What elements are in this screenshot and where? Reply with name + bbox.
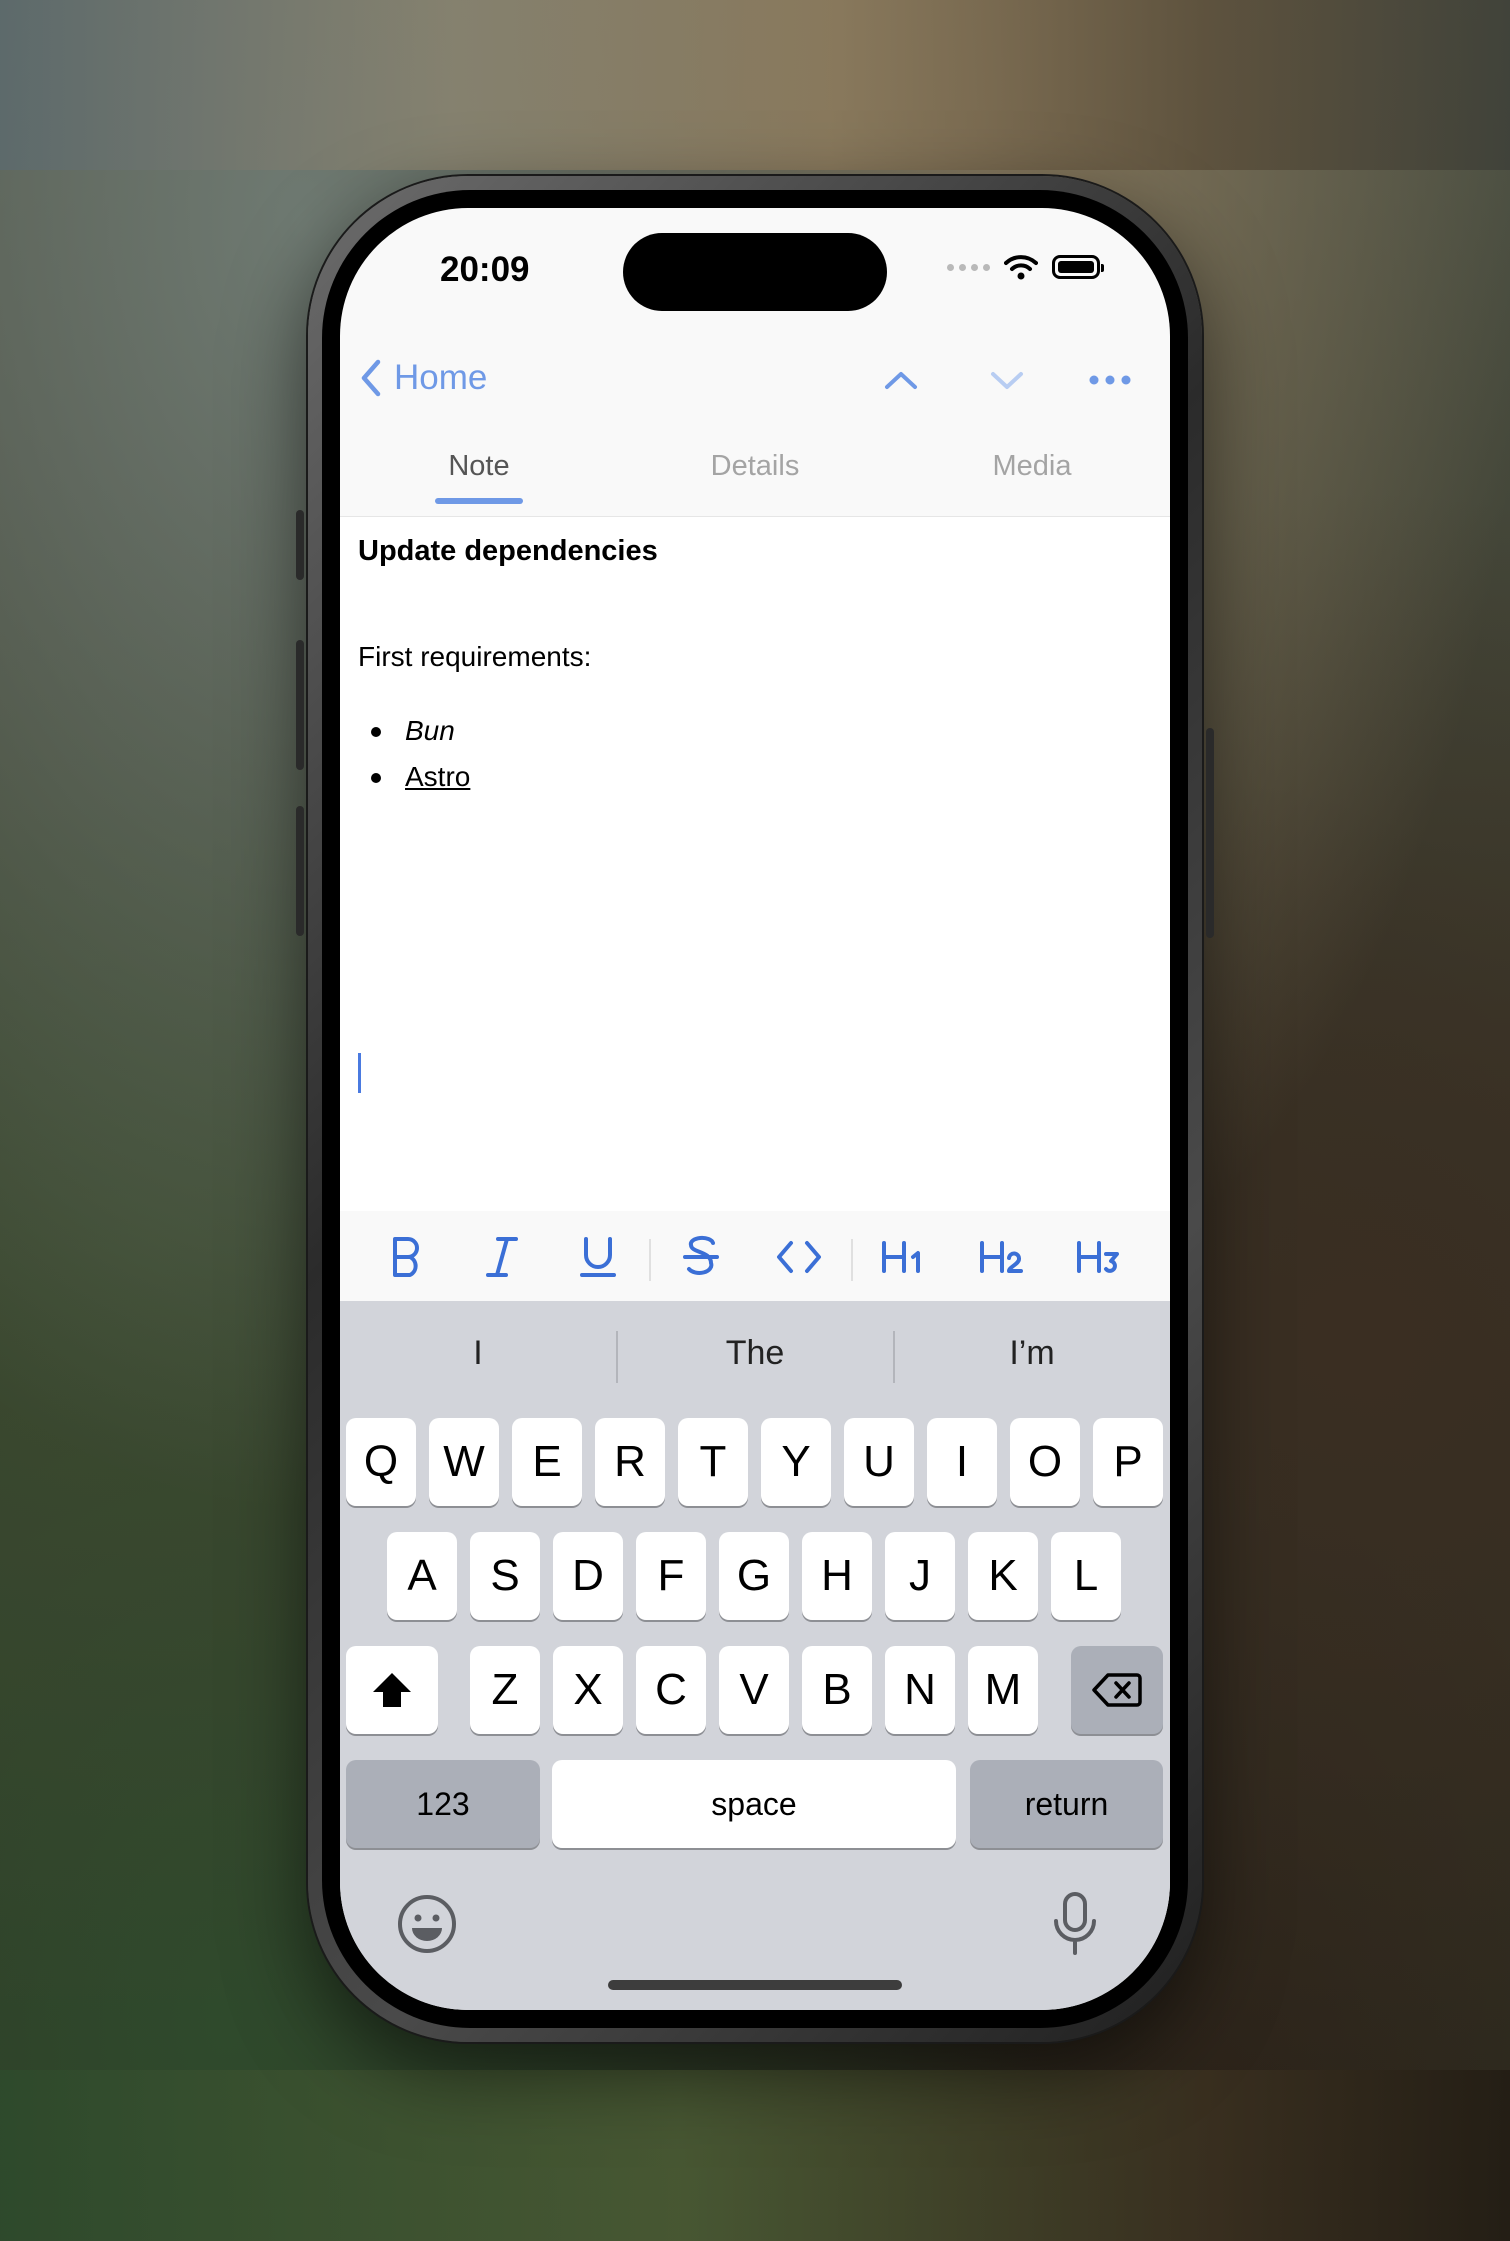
- tab-media[interactable]: Media: [932, 450, 1132, 483]
- key-l[interactable]: L: [1051, 1532, 1121, 1620]
- heading-3-icon: [1077, 1241, 1119, 1273]
- note-title: Update dependencies: [358, 535, 658, 567]
- emoji-smiley-icon: [398, 1895, 456, 1953]
- microphone-icon: [1054, 1892, 1096, 1955]
- volume-down-button: [296, 806, 304, 936]
- home-indicator[interactable]: [608, 1980, 902, 1990]
- dictation-button[interactable]: [1050, 1891, 1110, 1961]
- previous-note-button[interactable]: [876, 358, 926, 402]
- key-v[interactable]: V: [719, 1646, 789, 1734]
- shift-key[interactable]: [346, 1646, 438, 1734]
- battery-icon: [1052, 255, 1104, 279]
- strikethrough-button[interactable]: [669, 1229, 733, 1285]
- key-r[interactable]: R: [595, 1418, 665, 1506]
- strikethrough-icon: [683, 1235, 719, 1275]
- key-f[interactable]: F: [636, 1532, 706, 1620]
- key-m[interactable]: M: [968, 1646, 1038, 1734]
- note-editor[interactable]: Update dependencies First requirements: …: [340, 517, 1170, 1211]
- list-item: Astro: [358, 759, 470, 805]
- key-z[interactable]: Z: [470, 1646, 540, 1734]
- key-n[interactable]: N: [885, 1646, 955, 1734]
- key-t[interactable]: T: [678, 1418, 748, 1506]
- heading-1-button[interactable]: [872, 1229, 936, 1285]
- key-c[interactable]: C: [636, 1646, 706, 1734]
- active-tab-indicator: [435, 498, 523, 504]
- list-item: Bun: [358, 713, 470, 759]
- underline-icon: [580, 1237, 616, 1277]
- underline-button[interactable]: [566, 1229, 630, 1285]
- toolbar-divider: [649, 1239, 651, 1281]
- text-cursor: [358, 1053, 361, 1093]
- suggestion-3[interactable]: I’m: [894, 1323, 1170, 1383]
- suggestion-1[interactable]: I: [340, 1323, 616, 1383]
- emoji-button[interactable]: [396, 1893, 466, 1963]
- volume-up-button: [296, 640, 304, 770]
- chevron-up-icon: [885, 372, 917, 389]
- heading-2-button[interactable]: [970, 1229, 1034, 1285]
- key-s[interactable]: S: [470, 1532, 540, 1620]
- code-icon: [777, 1241, 821, 1273]
- background-top-band: [0, 0, 1510, 170]
- delete-backspace-icon: [1092, 1673, 1142, 1707]
- key-e[interactable]: E: [512, 1418, 582, 1506]
- key-g[interactable]: G: [719, 1532, 789, 1620]
- key-w[interactable]: W: [429, 1418, 499, 1506]
- suggestion-2[interactable]: The: [617, 1323, 893, 1383]
- bold-button[interactable]: [374, 1229, 438, 1285]
- return-key[interactable]: return: [970, 1760, 1163, 1848]
- heading-1-icon: [882, 1241, 920, 1273]
- bullet-list: Bun Astro: [358, 713, 470, 805]
- chevron-left-icon: [361, 359, 381, 397]
- code-button[interactable]: [767, 1229, 831, 1285]
- key-o[interactable]: O: [1010, 1418, 1080, 1506]
- tab-bar: Note Details Media: [340, 430, 1170, 517]
- action-button: [296, 510, 304, 580]
- note-paragraph: First requirements:: [358, 641, 592, 672]
- chevron-down-icon: [991, 372, 1023, 389]
- space-key[interactable]: space: [552, 1760, 956, 1848]
- key-h[interactable]: H: [802, 1532, 872, 1620]
- key-a[interactable]: A: [387, 1532, 457, 1620]
- cellular-signal-icon: [947, 263, 990, 271]
- keyboard: I The I’m Q W E R T Y U I O P A S D F G …: [340, 1301, 1170, 2010]
- dynamic-island: [623, 233, 887, 311]
- key-y[interactable]: Y: [761, 1418, 831, 1506]
- key-j[interactable]: J: [885, 1532, 955, 1620]
- heading-3-button[interactable]: [1067, 1229, 1131, 1285]
- italic-icon: [486, 1237, 518, 1277]
- heading-2-icon: [980, 1241, 1023, 1273]
- more-options-button[interactable]: [1085, 358, 1135, 402]
- tab-note[interactable]: Note: [379, 450, 579, 483]
- tab-details[interactable]: Details: [655, 450, 855, 483]
- key-d[interactable]: D: [553, 1532, 623, 1620]
- bold-icon: [393, 1237, 419, 1277]
- list-item-text: Astro: [405, 761, 471, 792]
- list-item-text: Bun: [405, 715, 455, 746]
- delete-key[interactable]: [1071, 1646, 1163, 1734]
- key-i[interactable]: I: [927, 1418, 997, 1506]
- wifi-icon: [1004, 255, 1038, 280]
- formatting-toolbar: [340, 1211, 1170, 1301]
- key-k[interactable]: K: [968, 1532, 1038, 1620]
- back-button[interactable]: Home: [358, 358, 487, 398]
- key-q[interactable]: Q: [346, 1418, 416, 1506]
- status-time: 20:09: [440, 250, 530, 289]
- key-p[interactable]: P: [1093, 1418, 1163, 1506]
- toolbar-divider: [851, 1239, 853, 1281]
- phone-screen: 20:09 Home Note Details Media Update dep…: [340, 208, 1170, 2010]
- background-bottom-band: [0, 2070, 1510, 2241]
- power-button: [1206, 728, 1214, 938]
- back-button-label: Home: [394, 358, 488, 397]
- numbers-key[interactable]: 123: [346, 1760, 540, 1848]
- key-b[interactable]: B: [802, 1646, 872, 1734]
- italic-button[interactable]: [470, 1229, 534, 1285]
- key-x[interactable]: X: [553, 1646, 623, 1734]
- navigation-bar: Home: [340, 338, 1170, 418]
- shift-arrow-icon: [373, 1673, 411, 1707]
- ellipsis-icon: [1089, 375, 1131, 385]
- status-icons: [947, 254, 1104, 280]
- next-note-button[interactable]: [982, 358, 1032, 402]
- key-u[interactable]: U: [844, 1418, 914, 1506]
